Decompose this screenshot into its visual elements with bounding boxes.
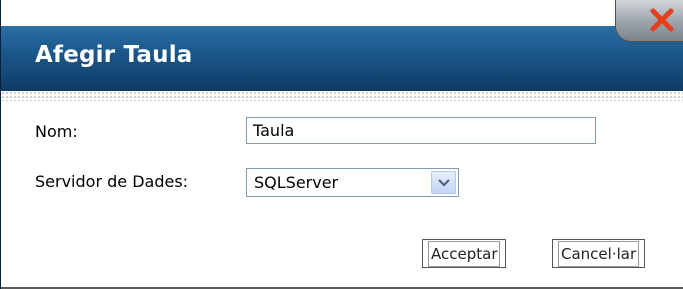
server-select-value: SQLServer xyxy=(254,173,339,192)
add-table-dialog: Afegir Taula Nom: Servidor de Dades: SQL… xyxy=(0,0,683,289)
close-button[interactable] xyxy=(615,0,683,42)
name-input[interactable] xyxy=(246,117,596,144)
accept-button[interactable]: Acceptar xyxy=(422,239,507,268)
close-icon xyxy=(650,8,674,32)
server-select[interactable]: SQLServer xyxy=(246,168,459,197)
name-label: Nom: xyxy=(35,122,78,141)
top-strip xyxy=(1,0,683,28)
dropdown-arrow[interactable] xyxy=(431,171,456,194)
server-label: Servidor de Dades: xyxy=(35,172,189,191)
cancel-button-label: Cancel·lar xyxy=(558,240,640,267)
accept-button-label: Acceptar xyxy=(428,240,501,267)
dialog-title: Afegir Taula xyxy=(35,42,193,68)
cancel-button[interactable]: Cancel·lar xyxy=(552,239,646,268)
separator-dots xyxy=(1,91,683,101)
chevron-down-icon xyxy=(438,179,450,187)
